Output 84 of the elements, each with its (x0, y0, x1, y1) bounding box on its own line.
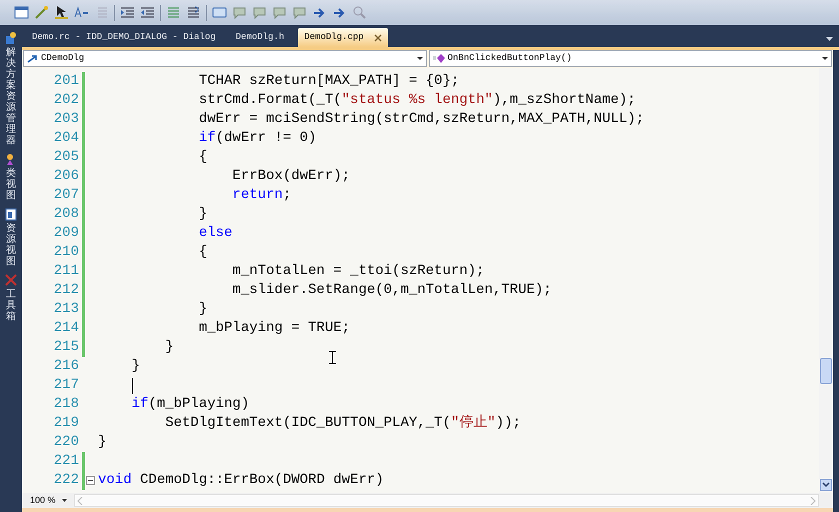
wand-icon[interactable] (34, 5, 49, 20)
scroll-down-icon[interactable] (820, 479, 832, 491)
code-line: } (130, 357, 140, 376)
line-number: 204 (52, 129, 80, 148)
collapse-icon[interactable] (86, 476, 95, 485)
speech-bubble-icon[interactable] (252, 5, 267, 20)
code-line: } (198, 205, 208, 224)
code-line: } (164, 338, 174, 357)
line-number: 203 (52, 110, 80, 129)
method-icon (432, 54, 444, 63)
code-line: m_slider.SetRange(0,m_nTotalLen,TRUE); (231, 281, 552, 300)
font-icon[interactable] (74, 5, 89, 20)
class-name: CDemoDlg (41, 52, 86, 65)
member-dropdown[interactable]: OnBnClickedButtonPlay() (428, 50, 832, 67)
speech-bubble-icon[interactable] (292, 5, 307, 20)
code-line: ErrBox(dwErr); (231, 167, 350, 186)
line-number: 214 (52, 319, 80, 338)
code-line: { (198, 148, 208, 167)
code-line: return; (231, 186, 292, 205)
document-tab[interactable]: DemoDlg.cpp (298, 28, 388, 47)
document-tab[interactable]: Demo.rc - IDD_DEMO_DIALOG - Dialog (26, 28, 222, 47)
window-icon[interactable] (14, 5, 29, 20)
zoom-level: 100 % (30, 494, 56, 507)
line-number: 213 (52, 300, 80, 319)
text-cursor-icon (329, 351, 336, 364)
line-number: 212 (52, 281, 80, 300)
code-line: if(m_bPlaying) (130, 395, 250, 414)
rectangle-icon[interactable] (212, 5, 227, 20)
window-icon (4, 207, 18, 221)
caret-icon (416, 57, 422, 60)
code-line: dwErr = mciSendString(strCmd,szReturn,MAX_PATH,NULL); (198, 110, 644, 129)
code-line: TCHAR szReturn[MAX_PATH] = {0}; (198, 72, 460, 91)
line-number: 209 (52, 224, 80, 243)
outdent-icon[interactable] (140, 5, 155, 20)
sidebar-tab[interactable]: 类视图 (4, 152, 18, 201)
scroll-thumb[interactable] (820, 358, 832, 384)
code-line: } (98, 433, 106, 452)
code-line: m_nTotalLen = _ttoi(szReturn); (231, 262, 484, 281)
line-number: 219 (52, 414, 80, 433)
line-number: 205 (52, 148, 80, 167)
code-line: { (198, 243, 208, 262)
line-number: 218 (52, 395, 80, 414)
magnifier-icon[interactable] (352, 5, 367, 20)
line-number: 206 (52, 167, 80, 186)
line-number: 211 (52, 262, 80, 281)
line-number: 220 (52, 433, 80, 452)
code-line: else (198, 224, 232, 243)
line-number: 217 (52, 376, 80, 395)
sidebar-tab[interactable]: 资源视图 (4, 207, 18, 267)
speech-bubble-icon[interactable] (272, 5, 287, 20)
comment-icon[interactable] (166, 5, 181, 20)
class-dropdown[interactable]: CDemoDlg (23, 50, 426, 67)
arrow-icon (27, 54, 38, 62)
vertical-scrollbar[interactable] (819, 68, 833, 493)
line-number: 216 (52, 357, 80, 376)
code-line: SetDlgItemText(IDC_BUTTON_PLAY,_T("停止")); (164, 414, 521, 433)
speech-bubble-icon[interactable] (232, 5, 247, 20)
sidebar-tab[interactable]: 解决方案资源管理器 (4, 31, 18, 146)
member-name: OnBnClickedButtonPlay() (448, 52, 573, 65)
caret-icon (62, 499, 67, 502)
zoom-dropdown[interactable]: 100 % (22, 494, 74, 508)
caret-icon (822, 57, 828, 60)
code-line: void CDemoDlg::ErrBox(DWORD dwErr) (98, 471, 384, 490)
code-line: m_bPlaying = TRUE; (198, 319, 350, 338)
uncomment-icon[interactable] (186, 5, 201, 20)
tools-icon (4, 273, 18, 287)
line-number: 208 (52, 205, 80, 224)
line-number: 210 (52, 243, 80, 262)
line-number: 207 (52, 186, 80, 205)
sidebar-tab[interactable]: 工具箱 (4, 273, 18, 322)
line-number: 221 (52, 452, 80, 471)
document-tab[interactable]: DemoDlg.h (230, 28, 290, 47)
line-number: 222 (52, 471, 80, 490)
window-icon (4, 31, 18, 45)
code-line: } (198, 300, 208, 319)
code-line: strCmd.Format(_T("status %s length"),m_szShortName); (198, 91, 636, 110)
dropdown-icon[interactable] (826, 37, 833, 41)
pointer-icon[interactable] (54, 5, 69, 20)
line-number: 202 (52, 91, 80, 110)
line-number: 215 (52, 338, 80, 357)
indent-icon[interactable] (120, 5, 135, 20)
code-line: if(dwErr != 0) (198, 129, 316, 148)
close-icon[interactable] (374, 34, 382, 42)
line-number: 201 (52, 72, 80, 91)
